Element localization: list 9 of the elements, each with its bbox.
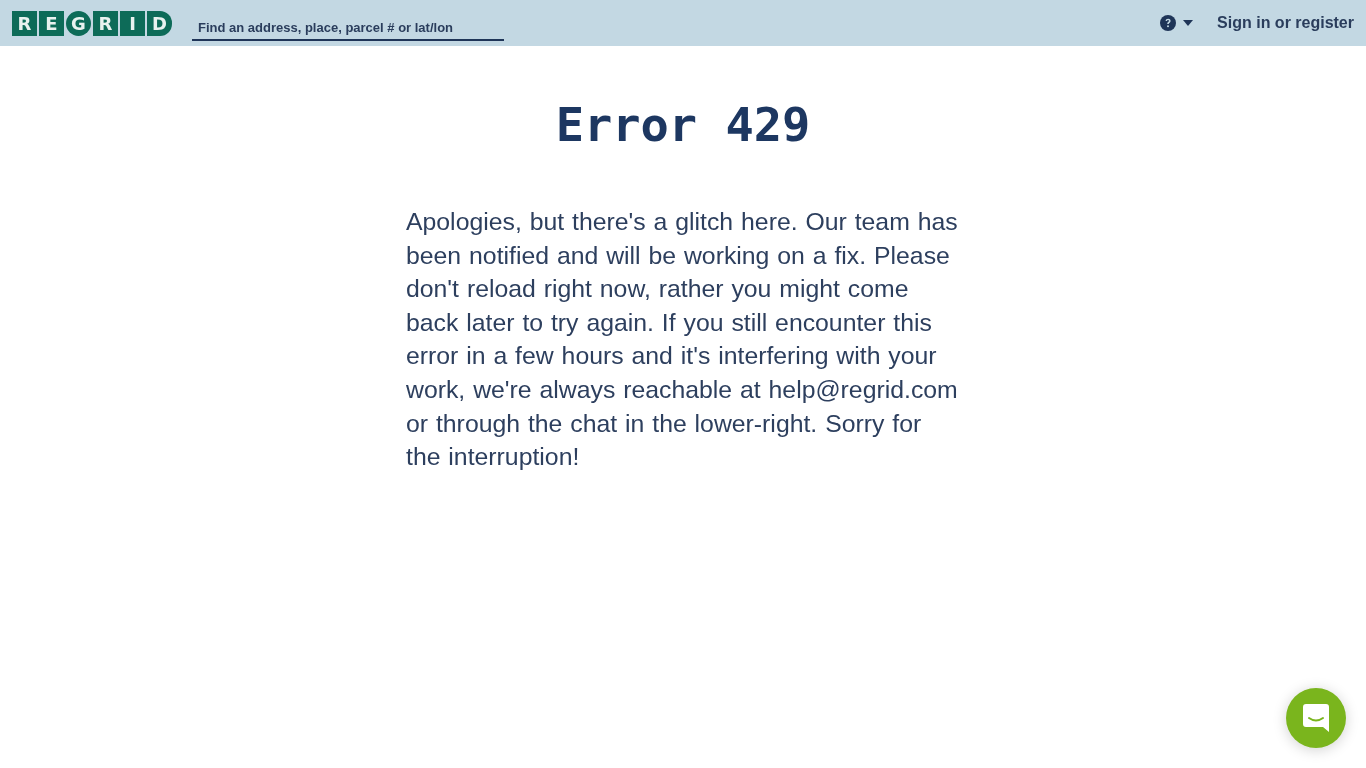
error-message: Apologies, but there's a glitch here. Our team has been notified and will be working on a fix. Please don't reload right now, rather you might come back later to try again. If you still encounter this error in a few hours and it's interfering with your work, we're always reachable at help@regrid.com or through the chat in the lower-right. Sorry for the interruption! xyxy=(406,207,959,473)
chat-bubble-icon xyxy=(1303,704,1329,732)
error-title: Error 429 xyxy=(555,96,811,154)
logo[interactable]: R E G R I D xyxy=(12,10,172,36)
caret-icon xyxy=(1183,20,1194,26)
question-icon xyxy=(1160,15,1177,31)
help-menu-button[interactable] xyxy=(1160,15,1194,31)
search-field[interactable]: Find an address, place, parcel # or lat/lon xyxy=(192,15,504,41)
sign-in-link[interactable]: Sign in or register xyxy=(1217,14,1354,32)
